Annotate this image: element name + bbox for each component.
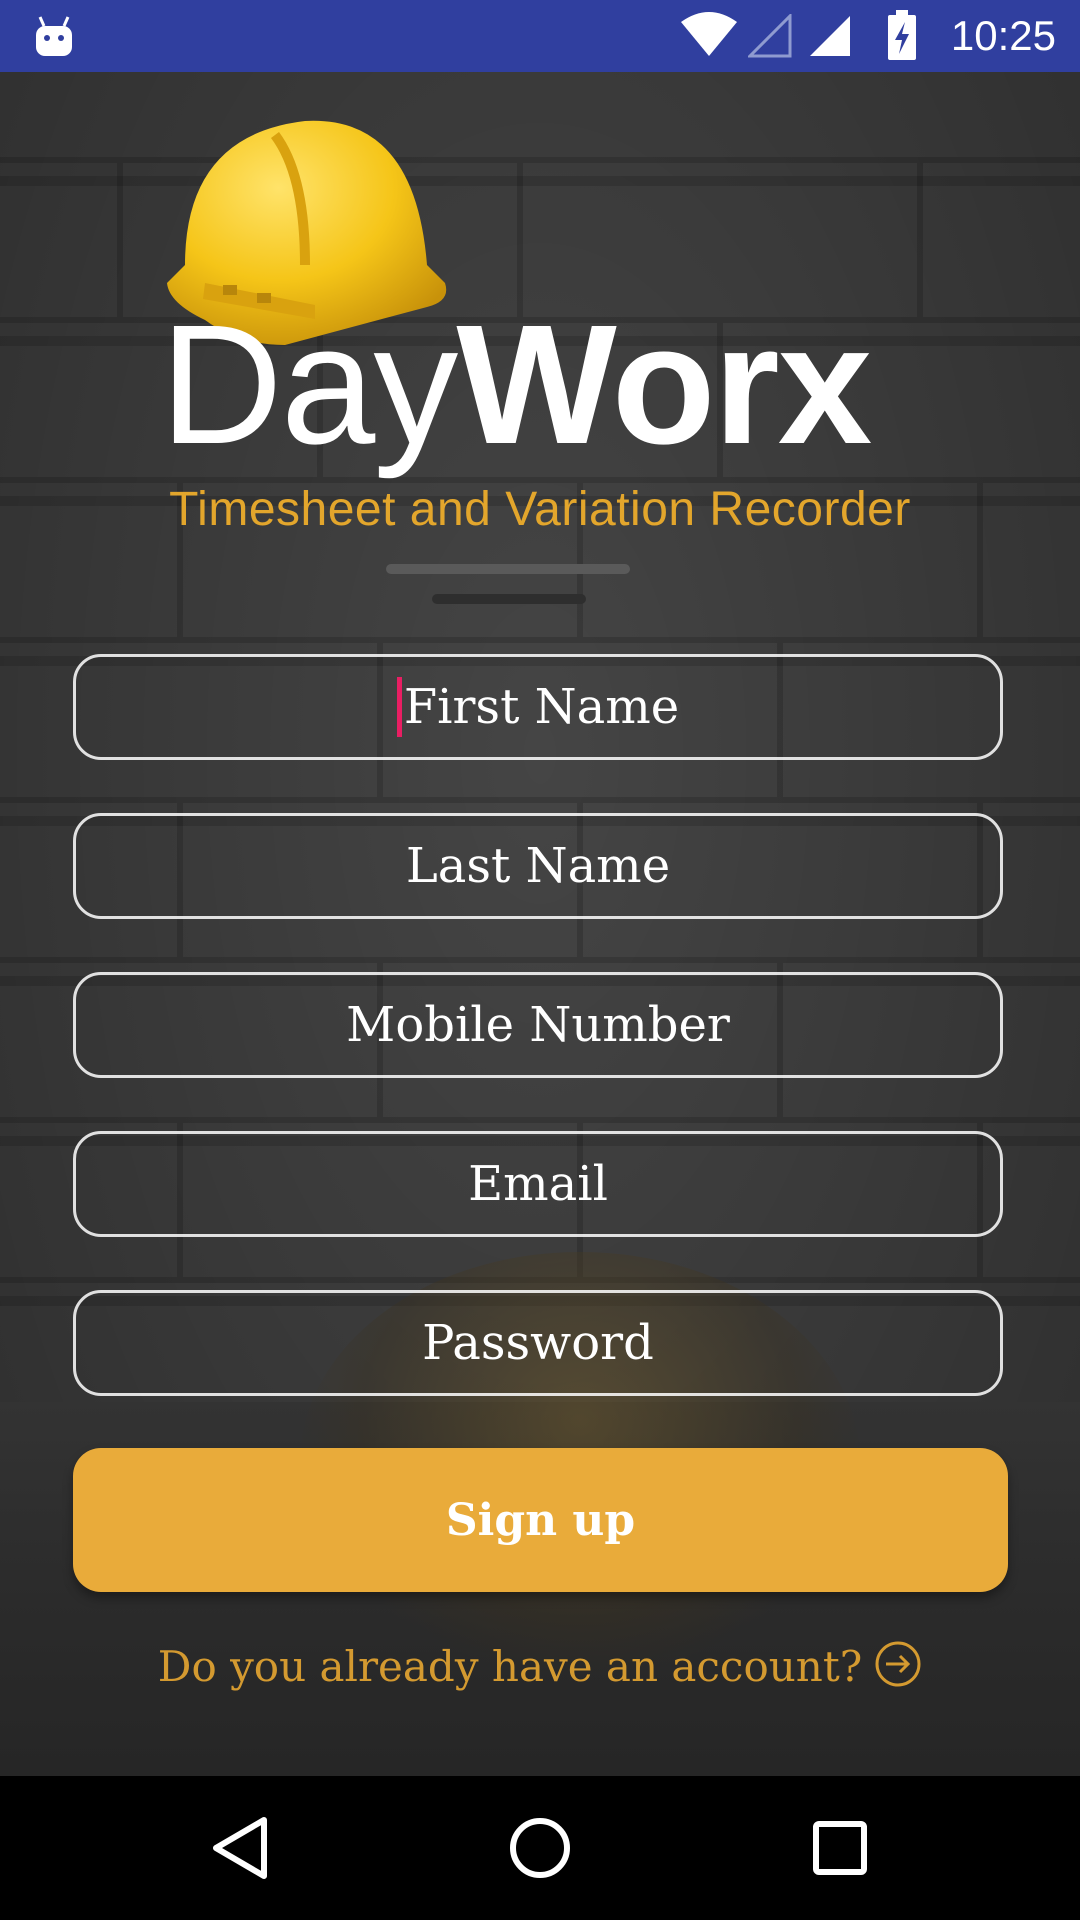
password-field[interactable]: Password bbox=[73, 1290, 1003, 1396]
last-name-placeholder: Last Name bbox=[405, 838, 671, 894]
signup-button[interactable]: Sign up bbox=[73, 1448, 1008, 1592]
back-icon[interactable] bbox=[210, 1816, 270, 1884]
mobile-number-field[interactable]: Mobile Number bbox=[73, 972, 1003, 1078]
signal-empty-icon bbox=[746, 12, 792, 62]
email-field[interactable]: Email bbox=[73, 1131, 1003, 1237]
logo-word-worx: Worx bbox=[456, 290, 872, 480]
navigation-bar bbox=[0, 1776, 1080, 1920]
logo-word-day: Day bbox=[160, 290, 458, 480]
signal-icon bbox=[808, 14, 852, 62]
divider-line bbox=[386, 564, 630, 574]
mobile-number-placeholder: Mobile Number bbox=[346, 997, 730, 1053]
app-logo-wordmark: DayWorx bbox=[160, 300, 872, 470]
wifi-icon bbox=[680, 12, 738, 62]
app-tagline: Timesheet and Variation Recorder bbox=[169, 483, 911, 536]
text-cursor bbox=[396, 677, 402, 737]
signup-button-label: Sign up bbox=[445, 1494, 636, 1546]
status-time: 10:25 bbox=[950, 12, 1056, 59]
battery-charging-icon bbox=[886, 10, 918, 64]
first-name-placeholder: First Name bbox=[403, 679, 680, 735]
last-name-field[interactable]: Last Name bbox=[73, 813, 1003, 919]
arrow-circle-icon bbox=[874, 1640, 922, 1692]
email-placeholder: Email bbox=[468, 1156, 608, 1212]
android-icon bbox=[34, 14, 74, 62]
home-icon[interactable] bbox=[508, 1816, 572, 1884]
signup-screen: 10:25 DayWorx Timesheet and Variation Re… bbox=[0, 0, 1080, 1920]
divider-line bbox=[432, 594, 586, 604]
password-placeholder: Password bbox=[422, 1315, 654, 1371]
login-link[interactable]: Do you already have an account? bbox=[0, 1640, 1080, 1692]
recents-icon[interactable] bbox=[812, 1820, 868, 1880]
first-name-field[interactable]: First Name bbox=[73, 654, 1003, 760]
status-bar: 10:25 bbox=[0, 0, 1080, 72]
login-link-label: Do you already have an account? bbox=[157, 1641, 863, 1691]
